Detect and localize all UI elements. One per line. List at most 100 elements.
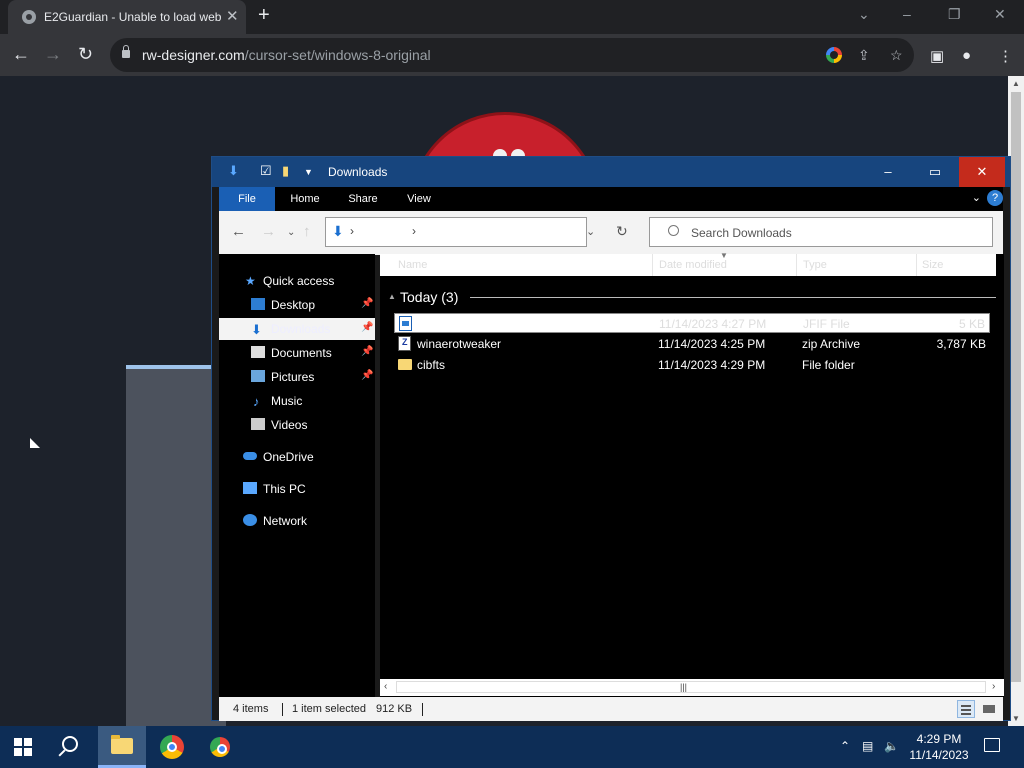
pin-icon[interactable]: 📌	[361, 370, 373, 381]
windows-start-icon[interactable]	[14, 738, 32, 756]
customize-toolbar-icon[interactable]: ▼	[304, 167, 313, 177]
column-header-row: Name Date modified Type Size ▼	[380, 251, 996, 276]
tab-search-icon[interactable]: ⌄	[858, 6, 870, 23]
up-icon[interactable]: ↑	[303, 223, 311, 240]
selection-count: 1 item selected	[292, 703, 366, 715]
volume-muted-icon[interactable]: 🔈	[884, 739, 899, 753]
network-tray-icon[interactable]: ▤	[862, 739, 873, 753]
search-downloads-field[interactable]: Search Downloads	[649, 217, 993, 247]
column-name[interactable]: Name	[398, 259, 427, 271]
group-collapse-icon[interactable]: ▲	[388, 292, 396, 301]
explorer-title-bar[interactable]: ⬇ ☑ ▮ ▼ Downloads – ▭ ✕	[212, 157, 1010, 187]
tab-home[interactable]: Home	[283, 187, 327, 211]
help-icon[interactable]: ?	[987, 190, 1003, 206]
taskbar-chrome[interactable]	[148, 726, 196, 768]
nav-pictures[interactable]: Pictures 📌	[219, 366, 375, 388]
side-panel-icon[interactable]: ▣	[930, 47, 944, 65]
pictures-icon	[251, 370, 265, 382]
scroll-down-icon[interactable]: ▼	[1012, 714, 1020, 723]
column-divider[interactable]	[796, 254, 797, 276]
browser-tab[interactable]: E2Guardian - Unable to load web ✕	[8, 0, 246, 34]
item-count: 4 items	[233, 703, 269, 715]
tab-share[interactable]: Share	[341, 187, 385, 211]
taskbar-file-explorer[interactable]	[98, 726, 146, 768]
menu-kebab-icon[interactable]: ⋮	[998, 47, 1013, 65]
window-close-icon[interactable]: ✕	[994, 6, 1006, 23]
scroll-right-icon[interactable]: ›	[992, 681, 995, 692]
column-divider[interactable]	[652, 254, 653, 276]
pin-icon[interactable]: 📌	[361, 346, 373, 357]
address-bar[interactable]: rw-designer.com/cursor-set/windows-8-ori…	[110, 38, 914, 72]
recent-locations-icon[interactable]: ⌄	[287, 227, 295, 238]
pin-icon[interactable]: 📌	[361, 298, 373, 309]
ribbon-tabs: File Home Share View ⌄ ?	[219, 187, 1003, 211]
details-view-icon[interactable]	[957, 700, 975, 718]
status-divider	[282, 703, 283, 716]
nav-videos[interactable]: Videos	[219, 414, 375, 436]
nav-music[interactable]: ♪ Music	[219, 390, 375, 412]
cloud-icon	[243, 452, 257, 460]
download-arrow-icon[interactable]: ⬇	[228, 163, 239, 179]
back-arrow-icon[interactable]: ←	[12, 44, 30, 64]
tab-close-icon[interactable]: ✕	[226, 7, 239, 25]
forward-icon[interactable]: →	[261, 223, 276, 240]
nav-desktop[interactable]: Desktop 📌	[219, 294, 375, 316]
refresh-icon[interactable]: ↻	[616, 223, 628, 240]
window-minimize-icon[interactable]: –	[903, 6, 911, 22]
taskbar-app[interactable]	[196, 726, 244, 768]
column-size[interactable]: Size	[922, 259, 943, 271]
scrollbar-thumb[interactable]	[1011, 92, 1021, 682]
file-row[interactable]: winaerotweaker 11/14/2023 4:25 PM zip Ar…	[394, 334, 990, 354]
tab-title: E2Guardian - Unable to load web	[44, 10, 222, 24]
bookmark-star-icon[interactable]: ☆	[890, 47, 903, 64]
pin-icon[interactable]: 📌	[361, 322, 373, 333]
breadcrumb-separator[interactable]: ›	[412, 224, 416, 238]
horizontal-scrollbar[interactable]: ‹ ||| ›	[380, 679, 1004, 696]
file-row[interactable]: 11/14/2023 4:27 PM JFIF File 5 KB	[394, 313, 990, 333]
expand-ribbon-icon[interactable]: ⌄	[972, 191, 981, 204]
window-restore-icon[interactable]: ❐	[948, 6, 961, 23]
new-folder-icon[interactable]: ▮	[282, 163, 289, 179]
lock-icon[interactable]	[122, 45, 130, 58]
scroll-left-icon[interactable]: ‹	[384, 681, 387, 692]
file-row[interactable]: cibfts 11/14/2023 4:29 PM File folder	[394, 355, 990, 375]
properties-icon[interactable]: ☑	[260, 163, 272, 179]
scroll-up-icon[interactable]: ▲	[1012, 79, 1020, 88]
reload-icon[interactable]: ↻	[78, 44, 93, 64]
tab-file[interactable]: File	[219, 187, 275, 211]
maximize-button[interactable]: ▭	[912, 157, 958, 187]
file-explorer-window: ⬇ ☑ ▮ ▼ Downloads – ▭ ✕ File Home Share …	[211, 156, 1011, 721]
back-icon[interactable]: ←	[231, 223, 246, 240]
group-header-today[interactable]: Today (3)	[400, 289, 458, 305]
google-lens-icon[interactable]	[826, 47, 842, 63]
hscroll-thumb[interactable]	[396, 681, 986, 693]
address-field[interactable]: ⬇ › › ⌄ ↻	[325, 217, 628, 247]
network-icon	[243, 514, 257, 526]
tab-view[interactable]: View	[399, 187, 439, 211]
taskbar-clock[interactable]: 4:29 PM 11/14/2023	[900, 731, 978, 763]
breadcrumb-separator[interactable]: ›	[350, 224, 354, 238]
taskbar-search-icon[interactable]	[62, 736, 78, 752]
close-button[interactable]: ✕	[959, 157, 1005, 187]
nav-network[interactable]: Network	[219, 510, 375, 532]
nav-this-pc[interactable]: This PC	[219, 478, 375, 500]
column-divider[interactable]	[916, 254, 917, 276]
show-hidden-icons-icon[interactable]: ⌃	[840, 739, 850, 753]
large-icons-view-icon[interactable]	[979, 700, 997, 718]
column-type[interactable]: Type	[803, 259, 827, 271]
nav-onedrive[interactable]: OneDrive	[219, 446, 375, 468]
browser-tab-strip: E2Guardian - Unable to load web ✕ + ⌄ – …	[0, 0, 1024, 34]
nav-downloads[interactable]: ⬇ Downloads 📌	[219, 318, 375, 340]
nav-documents[interactable]: Documents 📌	[219, 342, 375, 364]
forward-arrow-icon[interactable]: →	[44, 44, 62, 64]
column-date-modified[interactable]: Date modified	[659, 259, 727, 271]
notification-center-icon[interactable]	[984, 738, 1000, 752]
new-tab-button[interactable]: +	[258, 4, 270, 27]
nav-quick-access[interactable]: ★ Quick access	[219, 270, 375, 292]
url-text[interactable]: rw-designer.com/cursor-set/windows-8-ori…	[142, 47, 431, 63]
chrome-icon	[160, 735, 184, 759]
address-dropdown-icon[interactable]: ⌄	[586, 225, 595, 238]
profile-icon[interactable]: ●	[962, 47, 971, 64]
share-icon[interactable]: ⇪	[858, 47, 870, 64]
minimize-button[interactable]: –	[865, 157, 911, 187]
